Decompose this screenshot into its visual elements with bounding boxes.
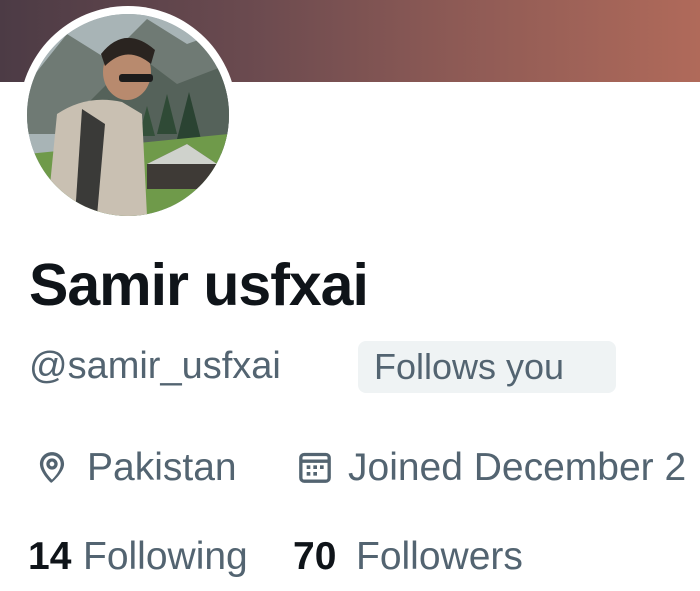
location-pin-icon — [39, 452, 65, 483]
display-name: Samir usfxai — [29, 252, 369, 318]
joined-date-text: Joined December 2 — [348, 446, 687, 489]
followers-label[interactable]: Followers — [356, 535, 523, 579]
avatar[interactable] — [27, 14, 229, 216]
user-handle: @samir_usfxai — [29, 345, 281, 387]
follows-you-badge: Follows you — [358, 341, 616, 393]
following-label[interactable]: Following — [83, 535, 248, 579]
avatar-photo — [27, 14, 229, 216]
location-text: Pakistan — [87, 446, 237, 489]
calendar-icon — [299, 452, 331, 483]
followers-count[interactable]: 70 — [293, 535, 336, 579]
following-count[interactable]: 14 — [28, 535, 71, 579]
